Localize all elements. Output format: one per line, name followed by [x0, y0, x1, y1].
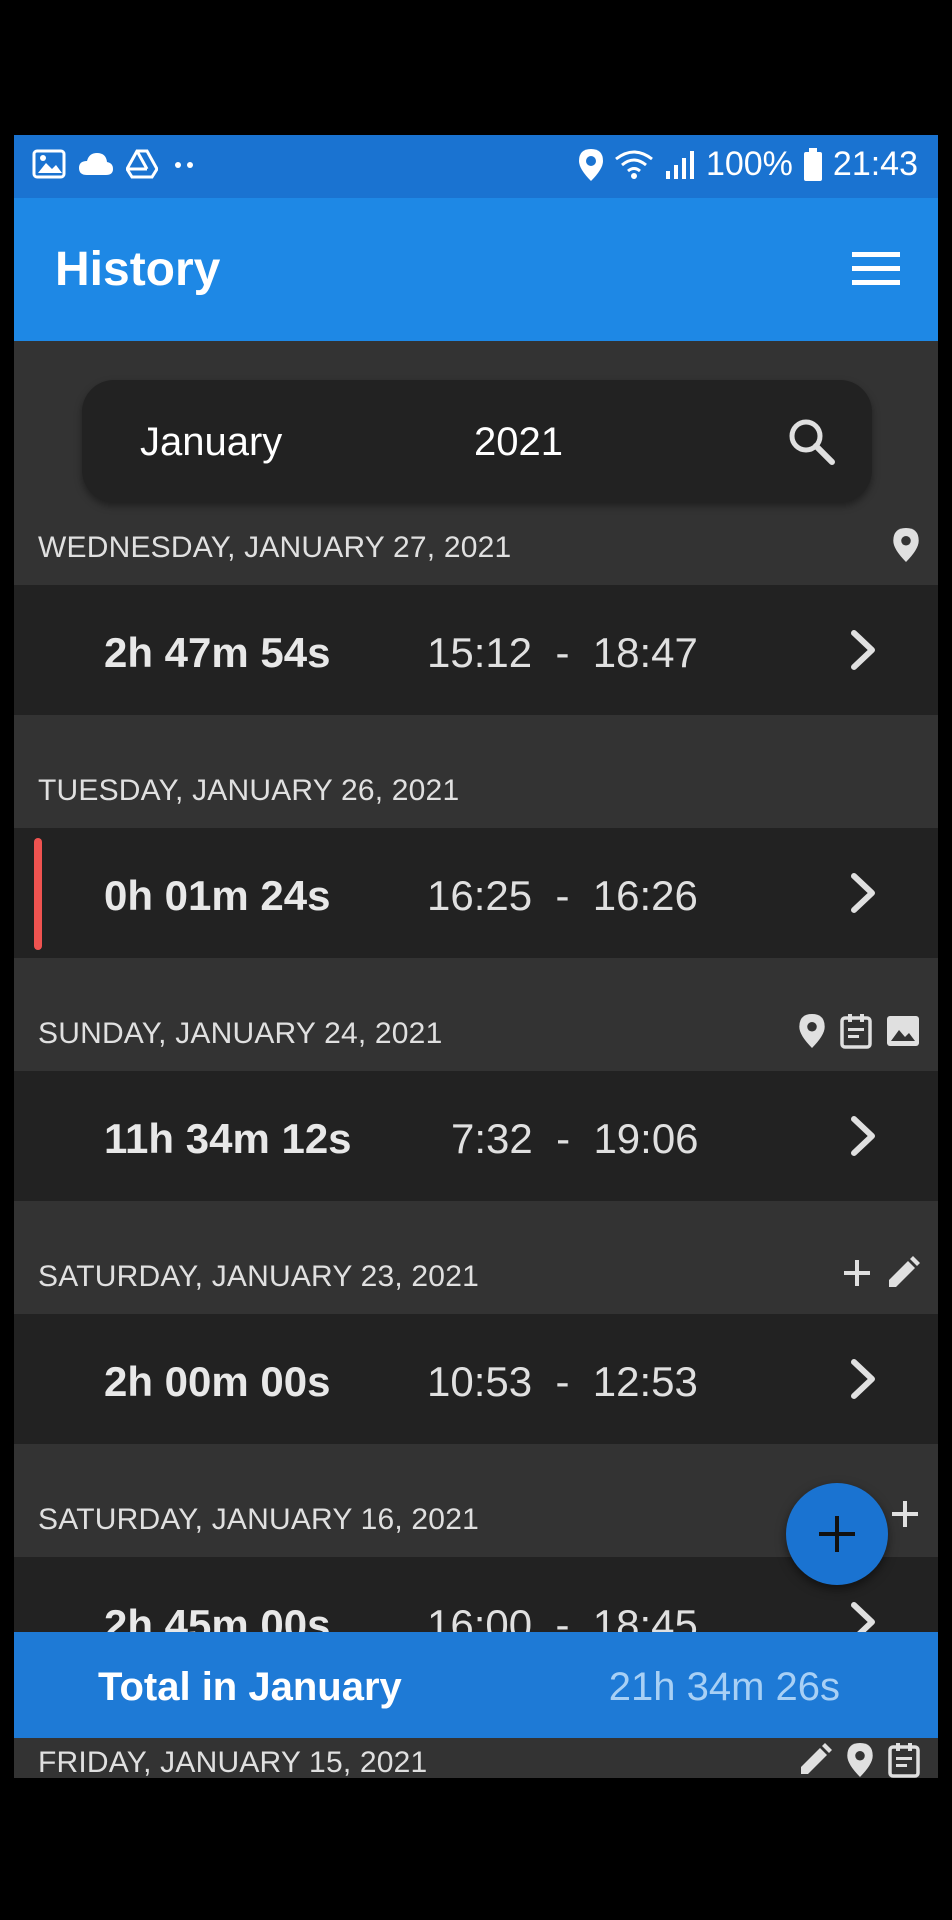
location-icon — [578, 148, 604, 182]
month-year-search: January 2021 — [82, 380, 872, 502]
signal-icon — [664, 149, 696, 181]
day-header: TUESDAY, JANUARY 26, 2021 — [14, 762, 938, 826]
day-header: FRIDAY, JANUARY 15, 2021 — [14, 1734, 938, 1778]
chevron-right-icon[interactable] — [848, 872, 878, 914]
day-icons — [798, 1742, 920, 1778]
entry-end-time: 18:47 — [592, 629, 698, 676]
day-icons — [890, 1499, 920, 1529]
search-icon[interactable] — [786, 416, 836, 466]
time-entry-row[interactable]: 0h 01m 24s 16:25 - 16:26 — [14, 828, 938, 958]
add-icon — [817, 1514, 857, 1554]
time-entry-row[interactable]: 11h 34m 12s 7:32 - 19:06 — [14, 1071, 938, 1201]
plus-icon[interactable] — [842, 1258, 872, 1288]
plus-icon[interactable] — [890, 1499, 920, 1529]
day-icons — [842, 1256, 920, 1290]
total-bar: Total in January 21h 34m 26s — [14, 1632, 938, 1738]
day-icons — [892, 527, 920, 563]
note-icon[interactable] — [840, 1013, 872, 1049]
entry-duration: 2h 00m 00s — [104, 1358, 331, 1405]
entry-end-time: 19:06 — [593, 1115, 699, 1162]
day-label: TUESDAY, JANUARY 26, 2021 — [38, 774, 460, 807]
total-label: Total in January — [98, 1665, 402, 1709]
status-bar-notifications — [32, 149, 200, 179]
location-icon[interactable] — [846, 1742, 874, 1778]
image-icon — [32, 149, 66, 179]
entry-end-time: 16:26 — [592, 872, 698, 919]
add-entry-button[interactable] — [786, 1483, 888, 1585]
day-header: WEDNESDAY, JANUARY 27, 2021 — [14, 519, 938, 583]
time-separator: - — [555, 629, 570, 676]
battery-percent: 100% — [705, 145, 793, 183]
day-icons — [798, 1013, 920, 1049]
year-selector[interactable]: 2021 — [474, 420, 563, 465]
status-time: 21:43 — [832, 145, 918, 183]
day-label: SATURDAY, JANUARY 16, 2021 — [38, 1503, 479, 1536]
entry-duration: 0h 01m 24s — [104, 872, 331, 919]
note-icon[interactable] — [888, 1742, 920, 1778]
day-header: SUNDAY, JANUARY 24, 2021 — [14, 1005, 938, 1069]
entry-time-range: 16:25 - 16:26 — [427, 872, 698, 920]
location-icon[interactable] — [892, 527, 920, 563]
entry-start-time: 15:12 — [427, 629, 533, 676]
month-selector[interactable]: January — [140, 420, 282, 465]
day-label: FRIDAY, JANUARY 15, 2021 — [38, 1746, 428, 1778]
page-title: History — [55, 243, 221, 296]
drive-icon — [126, 149, 158, 179]
phone-screen: 100% 21:43 History January 2021 WEDNESDA… — [14, 135, 938, 1778]
location-icon[interactable] — [798, 1013, 826, 1049]
time-separator: - — [556, 1115, 571, 1162]
chevron-right-icon[interactable] — [848, 1358, 878, 1400]
battery-icon — [803, 147, 823, 182]
app-bar: History — [14, 198, 938, 341]
image-icon[interactable] — [886, 1015, 920, 1047]
edit-icon[interactable] — [886, 1256, 920, 1290]
wifi-icon — [614, 149, 654, 181]
time-entry-row[interactable]: 2h 00m 00s 10:53 - 12:53 — [14, 1314, 938, 1444]
cloud-icon — [78, 151, 114, 177]
chevron-right-icon[interactable] — [848, 629, 878, 671]
red-marker — [34, 838, 42, 950]
status-bar-system: 100% 21:43 — [578, 145, 918, 184]
entry-time-range: 15:12 - 18:47 — [427, 629, 698, 677]
total-value: 21h 34m 26s — [608, 1665, 840, 1709]
day-label: SATURDAY, JANUARY 23, 2021 — [38, 1260, 479, 1293]
time-separator: - — [555, 872, 570, 919]
day-label: WEDNESDAY, JANUARY 27, 2021 — [38, 531, 512, 564]
time-separator: - — [555, 1358, 570, 1405]
time-entry-row[interactable]: 2h 47m 54s 15:12 - 18:47 — [14, 585, 938, 715]
day-label: SUNDAY, JANUARY 24, 2021 — [38, 1017, 443, 1050]
hamburger-menu-icon[interactable] — [850, 244, 902, 292]
status-bar: 100% 21:43 — [14, 135, 938, 198]
entry-start-time: 7:32 — [451, 1115, 533, 1162]
entry-start-time: 16:25 — [427, 872, 533, 919]
entry-time-range: 7:32 - 19:06 — [451, 1115, 699, 1163]
entry-end-time: 12:53 — [592, 1358, 698, 1405]
day-header: SATURDAY, JANUARY 23, 2021 — [14, 1248, 938, 1312]
more-dots-icon — [170, 149, 200, 179]
entry-duration: 11h 34m 12s — [104, 1115, 352, 1162]
edit-icon[interactable] — [798, 1743, 832, 1777]
entry-time-range: 10:53 - 12:53 — [427, 1358, 698, 1406]
chevron-right-icon[interactable] — [848, 1115, 878, 1157]
entry-duration: 2h 47m 54s — [104, 629, 331, 676]
entry-start-time: 10:53 — [427, 1358, 533, 1405]
